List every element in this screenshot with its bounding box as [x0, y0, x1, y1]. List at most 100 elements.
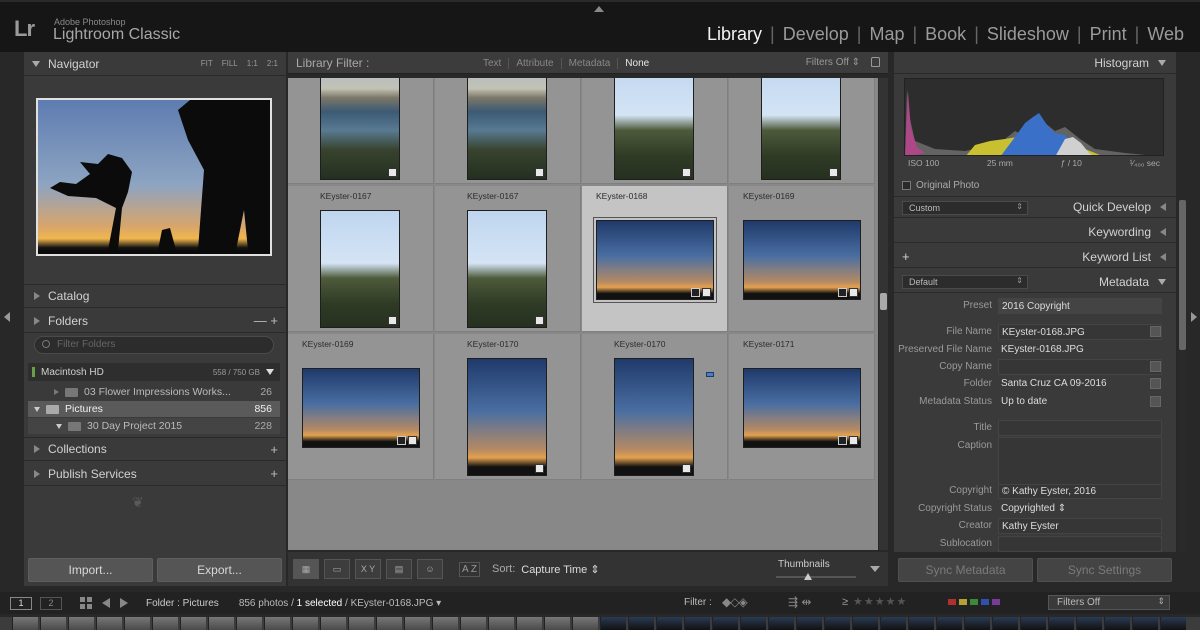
- grid-cell[interactable]: KEyster-0170: [582, 334, 728, 480]
- metadata-value[interactable]: Kathy Eyster: [998, 518, 1162, 534]
- metadata-value[interactable]: © Kathy Eyster, 2016: [998, 483, 1162, 499]
- filmstrip-thumbnail[interactable]: [908, 617, 934, 630]
- filmstrip-thumbnail[interactable]: [180, 617, 206, 630]
- color-label-swatch[interactable]: [992, 599, 1000, 605]
- edit-badge-icon[interactable]: [682, 168, 691, 177]
- grid-cell[interactable]: KEyster-0169: [729, 186, 875, 332]
- right-panel-toggle-icon[interactable]: [1191, 312, 1197, 322]
- collections-header[interactable]: Collections +: [24, 437, 286, 461]
- checkbox-icon[interactable]: [902, 181, 911, 190]
- photo-thumbnail[interactable]: [593, 217, 717, 303]
- filmstrip-thumbnail[interactable]: [432, 617, 458, 630]
- filmstrip-source[interactable]: Folder : Pictures: [146, 598, 219, 609]
- sort-direction-icon[interactable]: A Z: [459, 561, 481, 577]
- module-book[interactable]: Book: [917, 24, 974, 45]
- grid-cell[interactable]: KEyster-0170: [435, 334, 581, 480]
- filmstrip-thumbnail[interactable]: [656, 617, 682, 630]
- collapse-icon[interactable]: [34, 406, 40, 412]
- thumbnail-size-slider[interactable]: [776, 573, 856, 580]
- grid-scroll-thumb[interactable]: [880, 293, 887, 310]
- filmstrip[interactable]: [0, 617, 1200, 630]
- edit-badge-icon[interactable]: [535, 168, 544, 177]
- metadata-view-dropdown[interactable]: Default: [902, 275, 1028, 289]
- metadata-value[interactable]: [998, 420, 1162, 436]
- grid-view-icon[interactable]: ▦: [293, 559, 319, 579]
- filmstrip-thumbnail[interactable]: [740, 617, 766, 630]
- navigator-header[interactable]: Navigator FIT FILL 1:1 2:1: [24, 52, 286, 76]
- color-label-swatch[interactable]: [959, 599, 967, 605]
- grid-cell[interactable]: KEyster-0168: [582, 186, 728, 332]
- secondary-display-button[interactable]: 2: [40, 596, 62, 610]
- crop-badge-icon[interactable]: [397, 436, 406, 445]
- top-panel-toggle-icon[interactable]: [594, 6, 604, 12]
- edit-badge-icon[interactable]: [849, 436, 858, 445]
- filmstrip-thumbnail[interactable]: [768, 617, 794, 630]
- flag-filter-icons[interactable]: ◆◇◈: [722, 595, 748, 609]
- photo-thumbnail[interactable]: [614, 358, 694, 476]
- histogram-header[interactable]: Histogram: [894, 52, 1176, 74]
- slider-knob[interactable]: [804, 573, 812, 580]
- grid-cell[interactable]: KEyster-0167: [288, 186, 434, 332]
- keyword-list-header[interactable]: + Keyword List: [894, 246, 1176, 268]
- sort-dropdown[interactable]: Capture Time ⇕: [521, 563, 599, 576]
- volume-row[interactable]: Macintosh HD 558 / 750 GB: [28, 363, 280, 381]
- primary-display-button[interactable]: 1: [10, 596, 32, 610]
- add-keyword-icon[interactable]: +: [902, 249, 910, 264]
- filmstrip-thumbnail[interactable]: [264, 617, 290, 630]
- module-web[interactable]: Web: [1139, 24, 1192, 45]
- folder-item[interactable]: 03 Flower Impressions Works... 26: [28, 384, 280, 400]
- filmstrip-thumbnail[interactable]: [292, 617, 318, 630]
- filmstrip-thumbnail[interactable]: [544, 617, 570, 630]
- grid-cell[interactable]: KEyster-0167: [435, 186, 581, 332]
- photo-thumbnail[interactable]: [467, 78, 547, 180]
- metadata-action-icon[interactable]: [1150, 378, 1161, 389]
- collapse-icon[interactable]: [56, 423, 62, 429]
- filter-metadata[interactable]: Metadata: [562, 57, 619, 69]
- filmstrip-thumbnail[interactable]: [208, 617, 234, 630]
- filmstrip-thumbnail[interactable]: [12, 617, 38, 630]
- filmstrip-thumbnail[interactable]: [796, 617, 822, 630]
- caption-field[interactable]: [998, 437, 1162, 485]
- filter-attribute[interactable]: Attribute: [509, 57, 562, 69]
- catalog-header[interactable]: Catalog: [24, 284, 286, 308]
- photo-thumbnail[interactable]: [743, 368, 861, 448]
- quick-develop-preset-dropdown[interactable]: Custom: [902, 201, 1028, 215]
- filmstrip-thumbnail[interactable]: [628, 617, 654, 630]
- filmstrip-thumbnail[interactable]: [320, 617, 346, 630]
- filmstrip-thumbnail[interactable]: [488, 617, 514, 630]
- module-library[interactable]: Library: [699, 24, 770, 45]
- grid-cell[interactable]: KEyster-0165: [288, 78, 434, 184]
- filmstrip-filter-dropdown[interactable]: Filters Off: [1048, 595, 1170, 610]
- filter-text[interactable]: Text: [476, 57, 510, 69]
- rating-filter-stars[interactable]: ★★★★★: [853, 595, 907, 608]
- photo-thumbnail[interactable]: [614, 78, 694, 180]
- module-develop[interactable]: Develop: [775, 24, 857, 45]
- metadata-header[interactable]: Default Metadata: [894, 271, 1176, 293]
- expand-icon[interactable]: [54, 389, 59, 395]
- filmstrip-thumbnail[interactable]: [1160, 617, 1186, 630]
- folder-item-selected[interactable]: Pictures 856: [28, 401, 280, 417]
- filmstrip-thumbnail[interactable]: [880, 617, 906, 630]
- filmstrip-thumbnail[interactable]: [376, 617, 402, 630]
- edit-badge-icon[interactable]: [682, 464, 691, 473]
- filmstrip-thumbnail[interactable]: [404, 617, 430, 630]
- photo-thumbnail[interactable]: [743, 220, 861, 300]
- color-label-swatch[interactable]: [970, 599, 978, 605]
- module-map[interactable]: Map: [861, 24, 912, 45]
- grid-cell[interactable]: KEyster-0165: [435, 78, 581, 184]
- left-panel-toggle-icon[interactable]: [4, 312, 10, 322]
- folders-add-remove-icon[interactable]: — +: [254, 313, 278, 328]
- publish-services-header[interactable]: Publish Services +: [24, 462, 286, 486]
- filmstrip-thumbnail[interactable]: [1076, 617, 1102, 630]
- filmstrip-thumbnail[interactable]: [936, 617, 962, 630]
- histogram-graph[interactable]: [904, 78, 1164, 156]
- filmstrip-thumbnail[interactable]: [1020, 617, 1046, 630]
- module-slideshow[interactable]: Slideshow: [979, 24, 1077, 45]
- filmstrip-thumbnail[interactable]: [1132, 617, 1158, 630]
- crop-badge-icon[interactable]: [838, 288, 847, 297]
- grid-cell[interactable]: KEyster-0166: [582, 78, 728, 184]
- edit-badge-icon[interactable]: [849, 288, 858, 297]
- filmstrip-thumbnail[interactable]: [348, 617, 374, 630]
- color-label-swatch[interactable]: [948, 599, 956, 605]
- folder-item[interactable]: 30 Day Project 2015 228: [28, 418, 280, 434]
